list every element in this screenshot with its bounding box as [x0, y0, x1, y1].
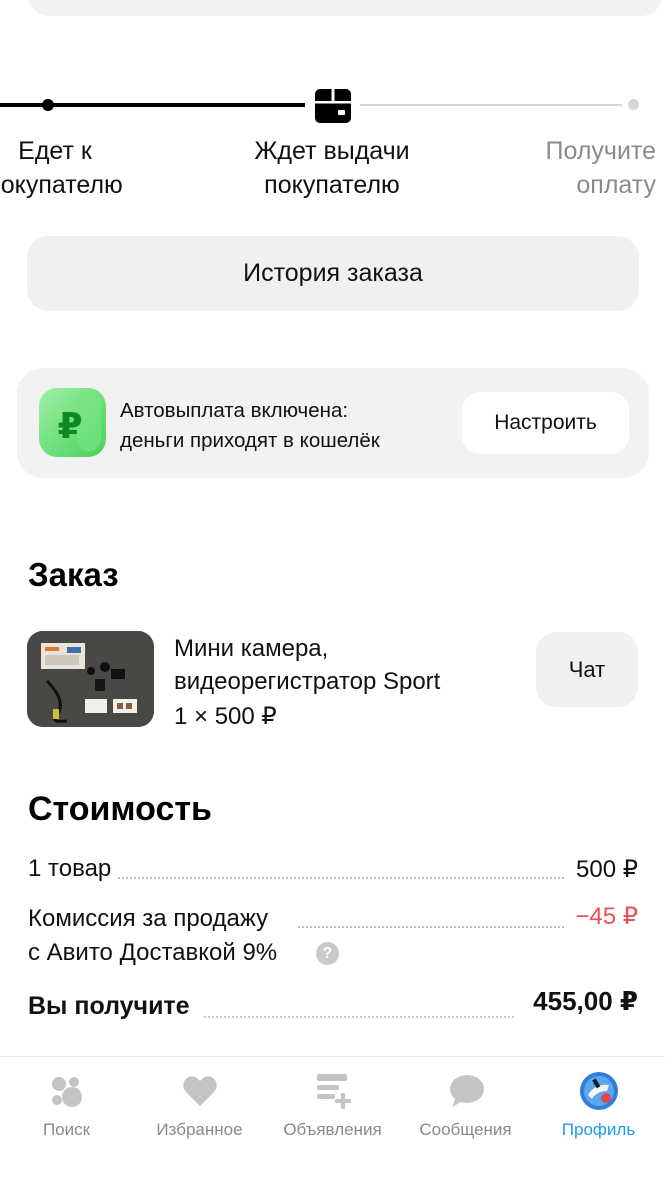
cost-row-value: 455,00 ₽ — [529, 986, 638, 1017]
step-label-get-payment: Получите оплату — [545, 137, 656, 199]
chat-button[interactable]: Чат — [536, 632, 638, 707]
autopayout-card: ₽ Автовыплата включена: деньги приходят … — [17, 368, 649, 478]
item-thumbnail[interactable] — [27, 631, 154, 727]
dotted-leader — [204, 1016, 514, 1018]
tab-search[interactable]: Поиск — [0, 1071, 133, 1151]
help-icon[interactable]: ? — [316, 942, 339, 965]
tab-label: Профиль — [561, 1120, 636, 1139]
progress-dot-done — [42, 99, 54, 111]
cost-row-items: 1 товар 500 ₽ — [28, 855, 638, 889]
tab-label: Поиск — [42, 1120, 91, 1139]
dotted-leader — [298, 926, 564, 928]
setup-autopayout-button[interactable]: Настроить — [462, 392, 629, 454]
previous-card — [28, 0, 663, 16]
cost-row-label: Комиссия за продажу с Авито Доставкой 9% — [28, 902, 280, 970]
listing-add-icon — [316, 1074, 351, 1109]
tab-listings[interactable]: Объявления — [266, 1071, 399, 1151]
cost-section-title: Стоимость — [28, 790, 212, 828]
progress-dot-todo — [628, 99, 639, 110]
dotted-leader — [118, 877, 564, 879]
order-section-title: Заказ — [28, 556, 119, 593]
svg-text:₽: ₽ — [57, 406, 82, 447]
bottom-tab-bar: Поиск Избранное Объявления Сообщения Про… — [0, 1056, 665, 1200]
step-label-awaiting-pickup: Ждет выдачи покупателю — [254, 137, 410, 199]
cost-row-total: Вы получите 455,00 ₽ — [28, 986, 638, 1024]
tab-label: Сообщения — [419, 1120, 512, 1139]
package-icon — [315, 89, 351, 123]
heart-icon — [182, 1076, 217, 1106]
step-label-in-transit: Едет к покупателю — [0, 137, 123, 199]
profile-avatar-icon — [579, 1072, 618, 1110]
search-dots-icon — [51, 1077, 82, 1107]
cost-row-value: 500 ₽ — [572, 855, 638, 884]
cost-row-commission: Комиссия за продажу с Авито Доставкой 9%… — [28, 902, 638, 970]
order-history-button[interactable]: История заказа — [27, 236, 639, 311]
tab-favorites[interactable]: Избранное — [133, 1071, 266, 1151]
cost-row-label: 1 товар — [28, 855, 114, 883]
tab-label: Объявления — [283, 1120, 382, 1139]
tab-profile[interactable]: Профиль — [532, 1071, 665, 1151]
tab-label: Избранное — [156, 1120, 243, 1139]
tab-messages[interactable]: Сообщения — [399, 1071, 532, 1151]
ruble-wallet-icon: ₽ — [39, 388, 106, 457]
item-title-link[interactable]: Мини камера, видеорегистратор Sport — [174, 632, 440, 698]
autopayout-text: Автовыплата включена: деньги приходят в … — [120, 399, 380, 452]
cost-row-label: Вы получите — [28, 992, 192, 1021]
item-quantity-price: 1 × 500 ₽ — [174, 703, 277, 730]
chat-bubble-icon — [449, 1075, 484, 1107]
cost-row-value: −45 ₽ — [571, 902, 638, 931]
progress-line-todo — [360, 104, 622, 106]
